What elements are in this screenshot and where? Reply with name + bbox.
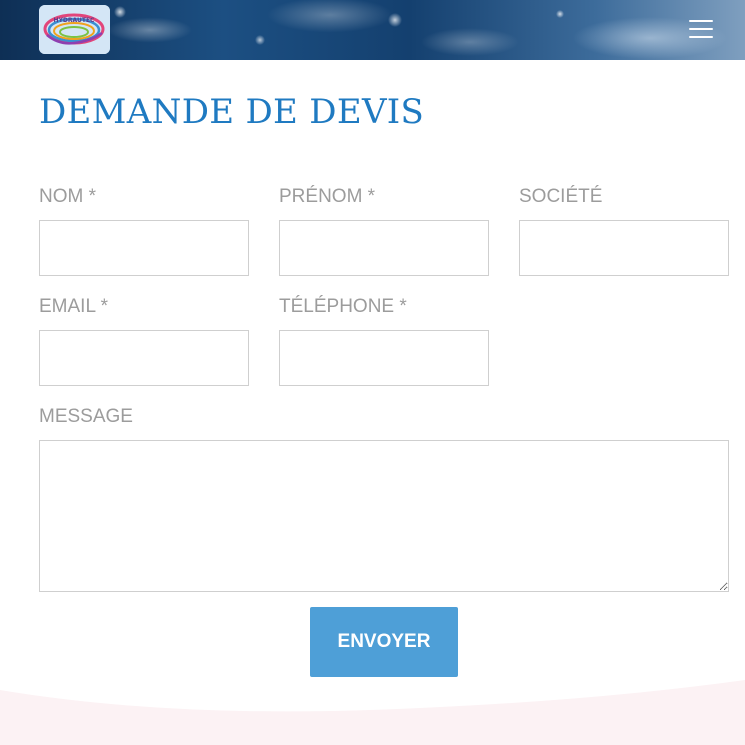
telephone-field[interactable] <box>279 330 489 386</box>
nom-label: NOM * <box>39 186 96 207</box>
bottom-wave-decoration <box>0 680 745 745</box>
prenom-label: PRÉNOM * <box>279 186 376 207</box>
menu-bar-top <box>689 20 713 22</box>
menu-bar-middle <box>689 28 713 30</box>
page-title: DEMANDE DE DEVIS <box>39 92 425 132</box>
societe-field[interactable] <box>519 220 729 276</box>
site-logo[interactable]: HYDRAUTEC <box>39 5 110 54</box>
header-banner: HYDRAUTEC <box>0 0 745 60</box>
hamburger-menu-icon[interactable] <box>682 14 720 46</box>
logo-text: HYDRAUTEC <box>54 17 95 24</box>
menu-bar-bottom <box>689 36 713 38</box>
email-label: EMAIL * <box>39 296 108 317</box>
societe-label: SOCIÉTÉ <box>519 186 603 207</box>
page: HYDRAUTEC DEMANDE DE DEVIS NOM * PRÉNOM … <box>0 0 745 745</box>
prenom-field[interactable] <box>279 220 489 276</box>
nom-field[interactable] <box>39 220 249 276</box>
message-label: MESSAGE <box>39 406 133 427</box>
submit-button[interactable]: ENVOYER <box>310 607 458 677</box>
email-field[interactable] <box>39 330 249 386</box>
telephone-label: TÉLÉPHONE * <box>279 296 407 317</box>
logo-icon: HYDRAUTEC <box>39 5 110 54</box>
message-textarea[interactable] <box>39 440 729 592</box>
